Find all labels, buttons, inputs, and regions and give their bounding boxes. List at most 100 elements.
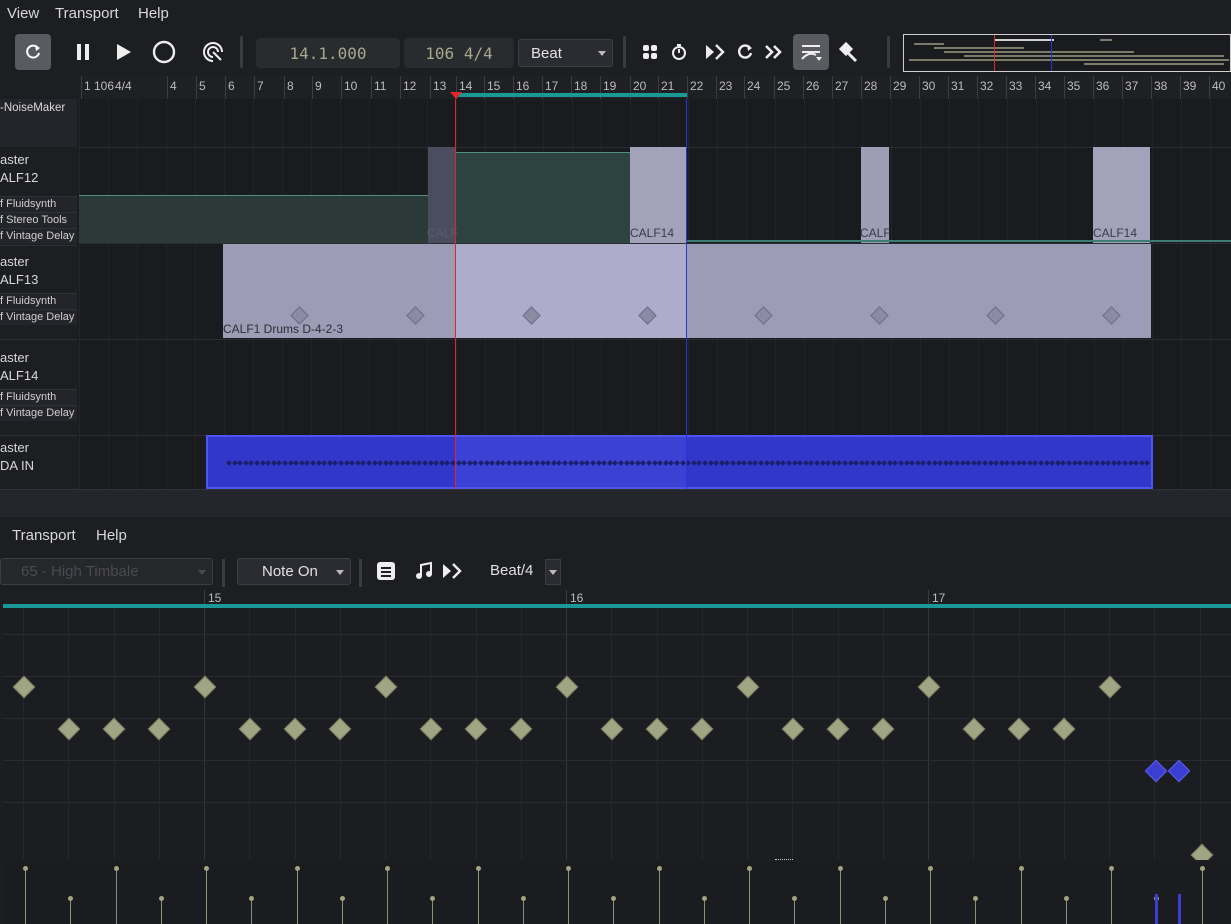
editor-snap-value[interactable]: Beat/4 [490,562,533,579]
punch-icon[interactable] [195,34,231,70]
note-event[interactable] [238,717,262,741]
note-event[interactable] [147,717,171,741]
timeline-overview[interactable] [903,34,1231,72]
track-header-2[interactable]: aster ALF13 [0,245,77,294]
plugin-slot[interactable]: f Vintage Delay [0,309,77,325]
menu-view[interactable]: View [7,5,39,22]
playhead-marker-icon[interactable] [450,92,462,99]
note-event[interactable] [419,717,443,741]
position-display[interactable]: 14.1.000 [256,38,400,68]
note-event[interactable] [962,717,986,741]
velocity-bar[interactable] [206,868,207,924]
velocity-bar[interactable] [1111,868,1112,924]
loop-end-marker[interactable] [686,99,687,489]
event-type-select[interactable]: Note On [237,558,351,585]
velocity-bar[interactable] [975,898,977,924]
note-event[interactable] [1007,717,1031,741]
note-event[interactable] [555,675,579,699]
menu-transport[interactable]: Transport [55,5,119,22]
velocity-bar[interactable] [70,898,72,924]
track-header-1[interactable]: aster ALF12 [0,147,77,195]
note-event[interactable] [826,717,850,741]
note-event[interactable] [57,717,81,741]
note-event[interactable] [283,717,307,741]
note-event[interactable] [781,717,805,741]
velocity-bar[interactable] [749,868,750,924]
velocity-bar[interactable] [341,898,343,924]
note-event[interactable] [328,717,352,741]
plugin-slot[interactable]: f Fluidsynth [0,196,77,212]
velocity-bar[interactable] [115,868,117,924]
record-icon[interactable] [146,34,182,70]
plugin-slot[interactable]: f Fluidsynth [0,389,77,405]
track-header-3[interactable]: aster ALF14 [0,339,77,388]
snap-select[interactable]: Beat [518,39,613,67]
pane-splitter[interactable] [0,489,1231,519]
velocity-bar[interactable] [296,868,298,924]
note-editor-grid[interactable] [3,608,1231,860]
list-icon[interactable] [375,560,397,582]
note-event[interactable] [690,717,714,741]
plugin-slot[interactable]: f Vintage Delay [0,405,77,421]
velocity-bar[interactable] [25,868,26,924]
velocity-bar[interactable] [1020,868,1022,924]
velocity-lane[interactable] [3,862,1231,924]
note-event[interactable] [645,717,669,741]
note-icon[interactable] [414,560,434,582]
note-event-selected[interactable] [1167,759,1191,783]
plugin-slot[interactable]: f Vintage Delay [0,228,77,244]
pause-icon[interactable] [65,34,101,70]
editor-menu-transport[interactable]: Transport [12,527,76,544]
metronome-icon[interactable] [661,34,697,70]
note-event[interactable] [102,717,126,741]
velocity-bar[interactable] [613,898,615,924]
velocity-bar-selected[interactable] [1155,894,1158,924]
velocity-bar[interactable] [930,868,931,924]
follow-icon[interactable] [441,562,463,580]
drums-region[interactable] [223,244,1151,338]
velocity-bar[interactable] [387,868,388,924]
arranger-canvas[interactable]: CALF CALF14 CALF CALF14 CALF1 Drums D-4-… [79,99,1231,489]
velocity-bar[interactable] [251,898,253,924]
track-header-4[interactable]: aster DA IN [0,435,77,488]
clip-region[interactable] [455,152,630,243]
tools-icon[interactable] [829,34,865,70]
velocity-bar[interactable] [794,898,796,924]
velocity-bar[interactable] [1201,868,1203,924]
editor-ruler[interactable]: 15 16 17 [3,590,1231,608]
note-event[interactable] [374,675,398,699]
note-event[interactable] [1052,717,1076,741]
note-event[interactable] [509,717,533,741]
note-event[interactable] [871,717,895,741]
note-event-selected[interactable] [1144,759,1168,783]
note-event[interactable] [1098,675,1122,699]
menu-help[interactable]: Help [138,5,169,22]
track-header-0[interactable]: -NoiseMaker [0,99,77,148]
tempo-display[interactable]: 106 4/4 [404,38,514,68]
play-icon[interactable] [105,34,141,70]
velocity-bar[interactable] [884,898,886,924]
note-event[interactable] [193,675,217,699]
note-event[interactable] [736,675,760,699]
note-event[interactable] [464,717,488,741]
velocity-bar[interactable] [658,868,660,924]
note-event[interactable] [12,675,36,699]
velocity-bar[interactable] [477,868,479,924]
velocity-bar[interactable] [568,868,569,924]
velocity-bar[interactable] [1065,898,1067,924]
editor-menu-help[interactable]: Help [96,527,127,544]
loop-icon[interactable] [15,34,51,70]
velocity-bar[interactable] [703,898,705,924]
playhead[interactable] [455,99,456,489]
note-event[interactable] [1190,843,1214,860]
velocity-bar[interactable] [522,898,524,924]
velocity-bar[interactable] [432,898,434,924]
editor-snap-dropdown[interactable] [545,559,561,585]
velocity-bar[interactable] [839,868,841,924]
note-event[interactable] [917,675,941,699]
instrument-select[interactable]: 65 - High Timbale [0,558,213,585]
plugin-slot[interactable]: f Stereo Tools [0,212,77,228]
automation-icon[interactable] [793,34,829,70]
plugin-slot[interactable]: f Fluidsynth [0,293,77,309]
velocity-bar-selected[interactable] [1178,894,1181,924]
